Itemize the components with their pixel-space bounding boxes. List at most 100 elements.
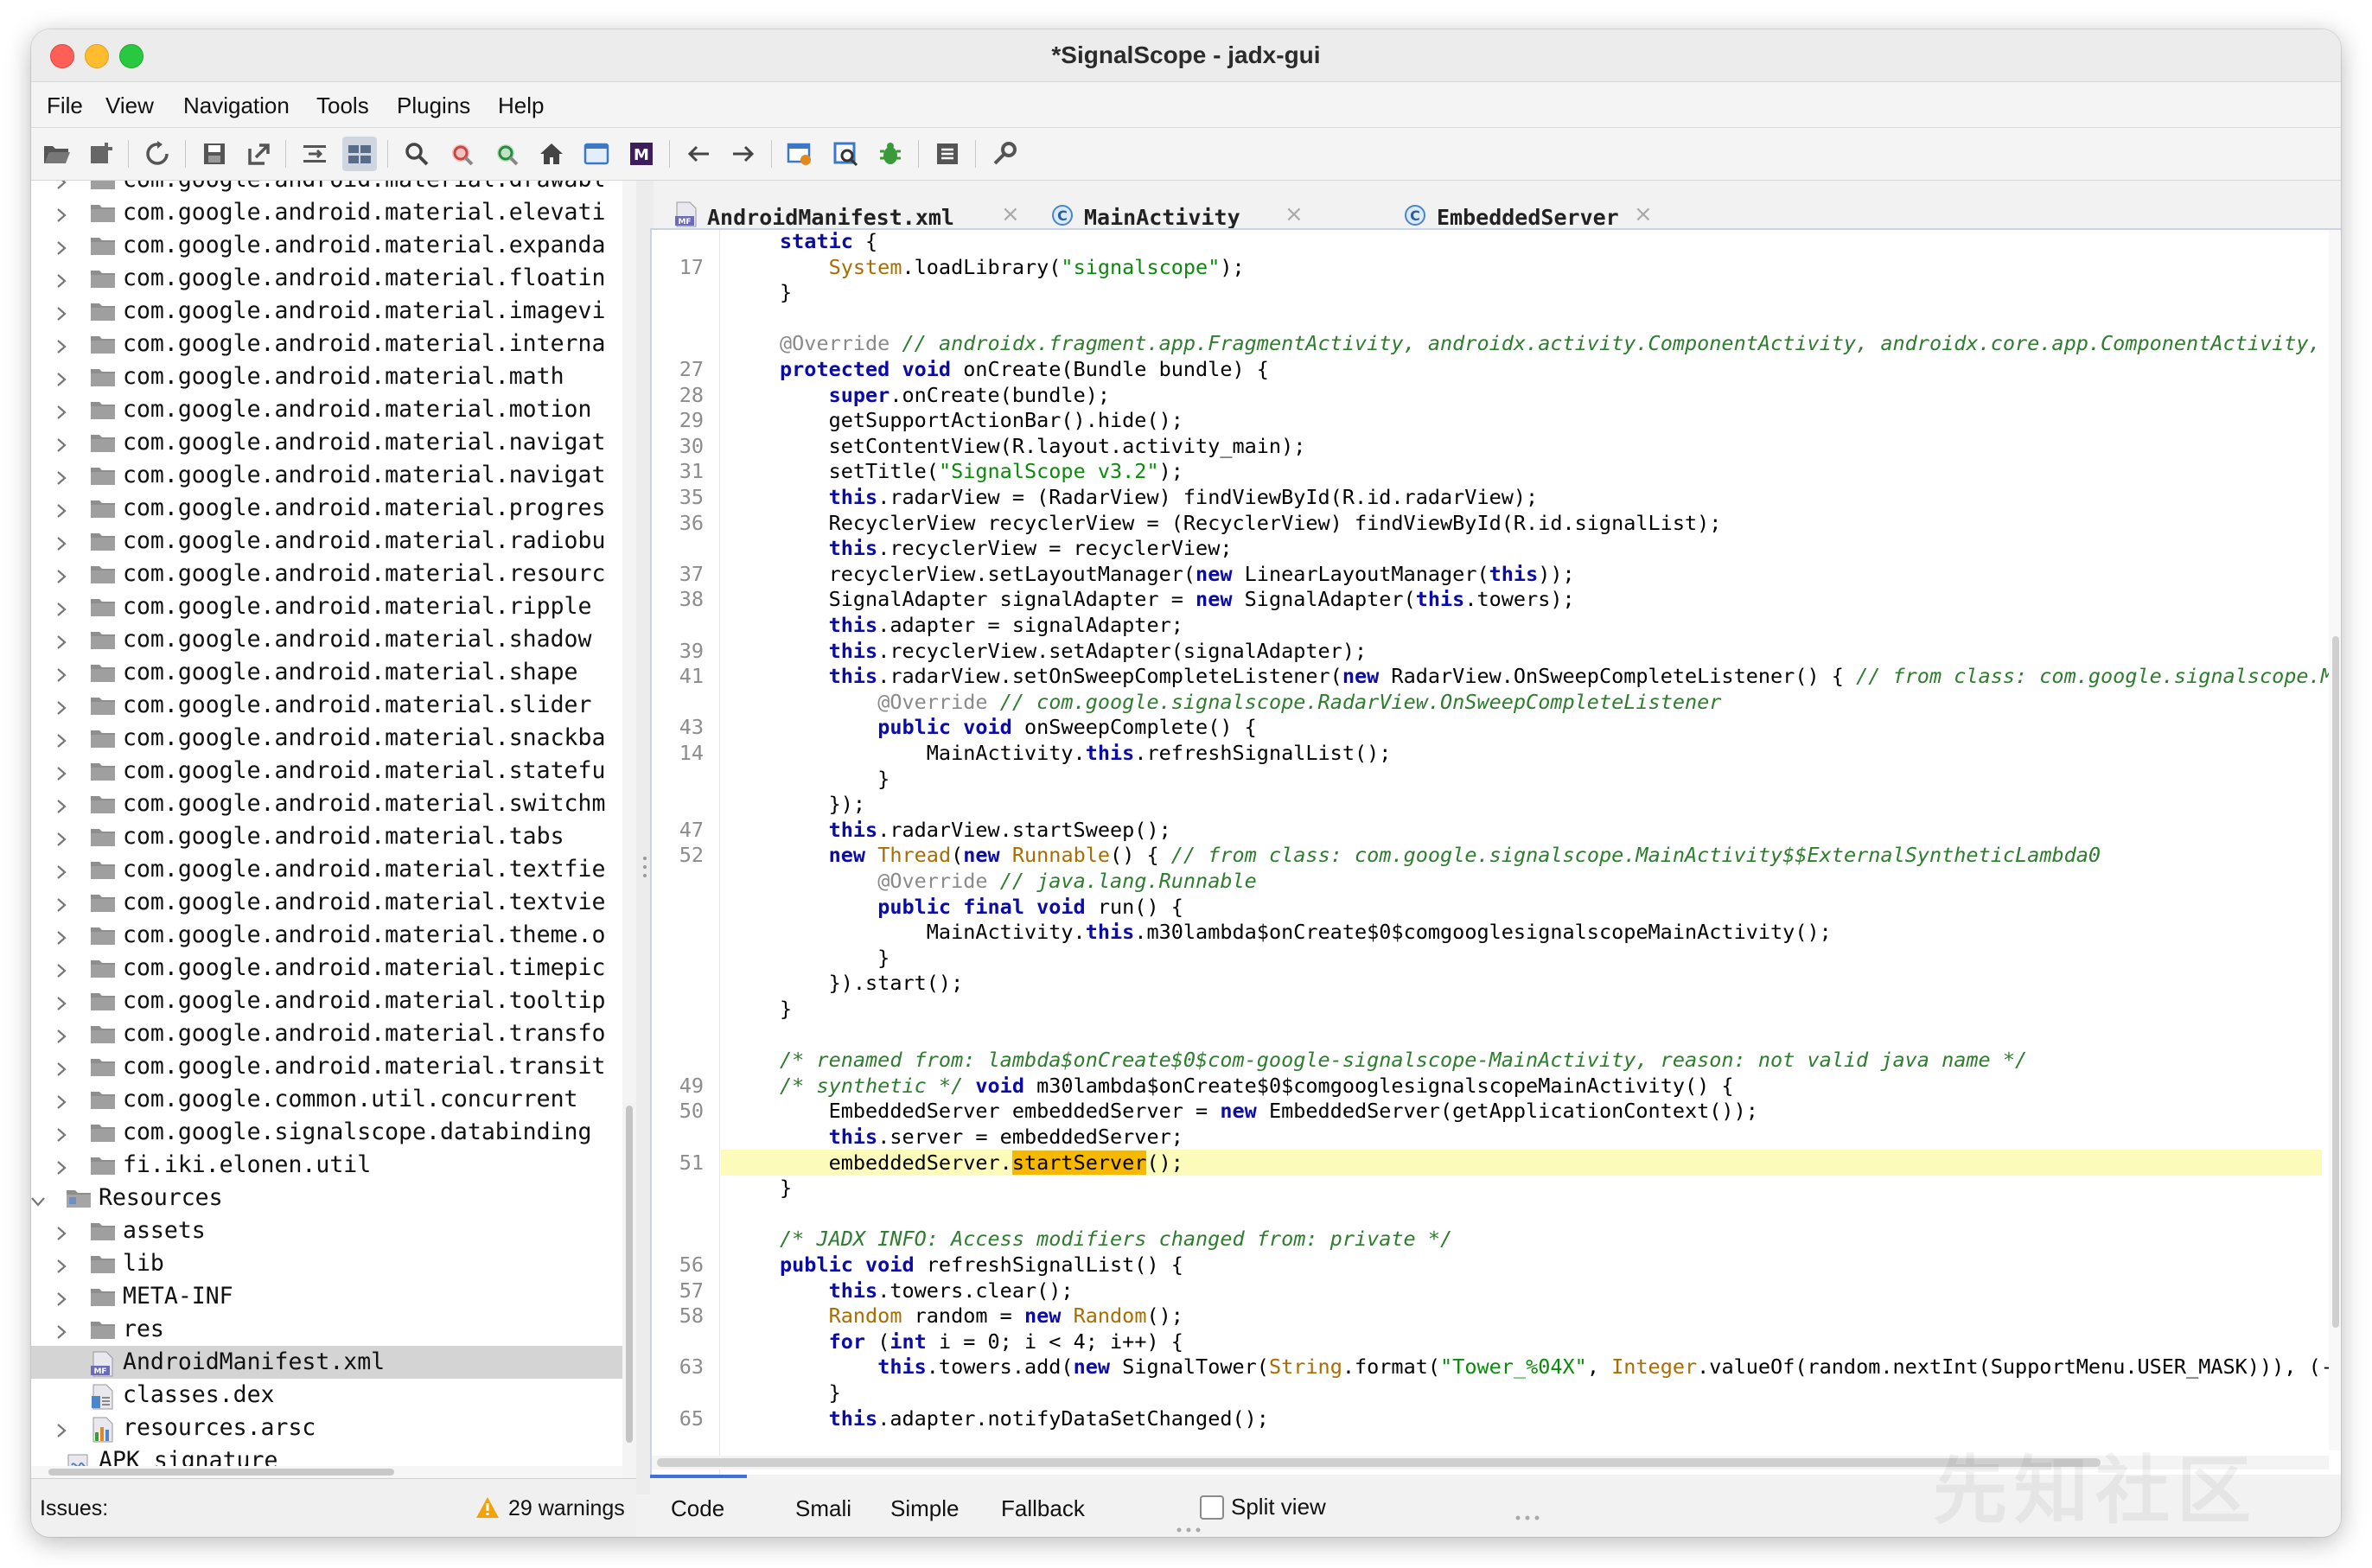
chevron-right-icon[interactable]	[54, 1418, 69, 1437]
tree-package-item[interactable]: com.google.android.material.timepic	[31, 952, 622, 985]
code-line[interactable]: protected void onCreate(Bundle bundle) {	[780, 356, 1269, 382]
code-line[interactable]: @Override // androidx.fragment.app.Fragm…	[780, 330, 2341, 356]
chevron-right-icon[interactable]	[54, 1320, 69, 1339]
bottom-grip-icon[interactable]	[1176, 1527, 1202, 1533]
code-line[interactable]: public final void run() {	[780, 894, 1183, 920]
tree-package-item[interactable]: com.google.android.material.statefu	[31, 755, 622, 787]
code-line[interactable]: /* JADX INFO: Access modifiers changed f…	[780, 1226, 1452, 1252]
tree-package-item[interactable]: com.google.android.material.snackba	[31, 722, 622, 755]
editor-horizontal-scrollbar-thumb[interactable]	[657, 1458, 2101, 1467]
code-line[interactable]: }	[780, 996, 792, 1022]
chevron-right-icon[interactable]	[54, 433, 69, 452]
code-line[interactable]: /* synthetic */ void m30lambda$onCreate$…	[780, 1073, 1734, 1099]
chevron-right-icon[interactable]	[54, 532, 69, 551]
tree-file-androidmanifest[interactable]: MF AndroidManifest.xml	[31, 1346, 622, 1379]
code-line[interactable]: setContentView(R.layout.activity_main);	[780, 433, 1306, 459]
show-code-icon[interactable]	[579, 137, 614, 171]
menu-navigation[interactable]: Navigation	[183, 92, 290, 119]
chevron-right-icon[interactable]	[54, 1090, 69, 1109]
code-line[interactable]: /* renamed from: lambda$onCreate$0$com-g…	[780, 1047, 2027, 1073]
tree-package-item[interactable]: com.google.android.material.radiobu	[31, 525, 622, 558]
tree-package-item[interactable]: com.google.android.material.theme.o	[31, 919, 622, 952]
view-tab-code[interactable]: Code	[671, 1495, 724, 1522]
preferences-icon[interactable]	[987, 137, 1022, 171]
code-line[interactable]: EmbeddedServer embeddedServer = new Embe…	[780, 1098, 1758, 1124]
tree-package-item[interactable]: com.google.android.material.transit	[31, 1050, 622, 1083]
code-editor[interactable]: 17 27 28 29 30 31 35 36 37 38 39 41 43 14 47 52 49 50 51 56…	[650, 228, 2341, 1476]
tab-close-icon[interactable]: ×	[1001, 201, 1020, 227]
menu-plugins[interactable]: Plugins	[397, 92, 470, 119]
chevron-right-icon[interactable]	[54, 400, 69, 419]
code-line[interactable]: embeddedServer.startServer();	[780, 1150, 1183, 1176]
menu-file[interactable]: File	[47, 92, 83, 119]
resize-grip-icon[interactable]	[1514, 1514, 1540, 1521]
code-line[interactable]: this.towers.clear();	[780, 1278, 1074, 1303]
tree-package-item[interactable]: com.google.common.util.concurrent	[31, 1083, 622, 1116]
deobfuscation-icon[interactable]	[783, 137, 818, 171]
code-line[interactable]: setTitle("SignalScope v3.2");	[780, 458, 1183, 484]
project-tree[interactable]: com.google.android.material.drawabl com.g…	[31, 181, 623, 1477]
forward-icon[interactable]	[726, 137, 761, 171]
code-line[interactable]: public void refreshSignalList() {	[780, 1252, 1183, 1278]
code-line[interactable]: }	[780, 279, 792, 305]
tree-horizontal-scrollbar[interactable]	[31, 1466, 622, 1478]
code-line[interactable]: static {	[780, 230, 877, 254]
chevron-right-icon[interactable]	[54, 860, 69, 879]
code-line[interactable]: @Override // java.lang.Runnable	[780, 868, 1257, 894]
chevron-right-icon[interactable]	[54, 794, 69, 813]
chevron-right-icon[interactable]	[54, 597, 69, 616]
tree-scrollbar-thumb[interactable]	[626, 1106, 633, 1443]
tree-package-item[interactable]: com.google.android.material.shape	[31, 656, 622, 689]
code-line[interactable]: this.adapter.notifyDataSetChanged();	[780, 1405, 1269, 1431]
chevron-right-icon[interactable]	[54, 1057, 69, 1076]
tree-file-classes-dex[interactable]: classes.dex	[31, 1379, 622, 1412]
tree-package-item[interactable]: com.google.android.material.transfo	[31, 1017, 622, 1050]
code-line[interactable]: }).start();	[780, 970, 964, 996]
sync-icon[interactable]	[297, 137, 332, 171]
log-icon[interactable]	[930, 137, 965, 171]
chevron-right-icon[interactable]	[54, 991, 69, 1010]
chevron-right-icon[interactable]	[54, 827, 69, 846]
tree-package-item[interactable]: com.google.android.material.ripple	[31, 590, 622, 623]
editor-scrollbar-thumb[interactable]	[2332, 636, 2339, 1328]
tree-resource-folder[interactable]: res	[31, 1313, 622, 1346]
code-line[interactable]: SignalAdapter signalAdapter = new Signal…	[780, 586, 1575, 612]
tree-package-item[interactable]: com.google.android.material.shadow	[31, 623, 622, 656]
chevron-right-icon[interactable]	[54, 1221, 69, 1240]
chevron-right-icon[interactable]	[54, 564, 69, 583]
code-line[interactable]: }	[780, 945, 890, 971]
back-icon[interactable]	[681, 137, 716, 171]
chevron-right-icon[interactable]	[54, 236, 69, 255]
chevron-right-icon[interactable]	[54, 729, 69, 748]
chevron-right-icon[interactable]	[54, 762, 69, 781]
menu-tools[interactable]: Tools	[316, 92, 369, 119]
code-line[interactable]: this.recyclerView = recyclerView;	[780, 535, 1233, 561]
tree-package-item[interactable]: com.google.android.material.textfie	[31, 853, 622, 886]
tree-package-item[interactable]: com.google.android.material.navigat	[31, 426, 622, 459]
chevron-right-icon[interactable]	[54, 203, 69, 222]
warnings-count[interactable]: 29 warnings	[508, 1496, 625, 1521]
tree-package-item[interactable]: com.google.signalscope.databinding	[31, 1116, 622, 1149]
chevron-right-icon[interactable]	[54, 630, 69, 649]
smali-icon[interactable]: M	[624, 137, 659, 171]
chevron-right-icon[interactable]	[54, 1254, 69, 1273]
open-icon[interactable]	[40, 137, 74, 171]
chevron-right-icon[interactable]	[54, 499, 69, 518]
chevron-down-icon[interactable]	[31, 1189, 45, 1207]
tree-package-item[interactable]: com.google.android.material.elevati	[31, 196, 622, 229]
code-line[interactable]: this.server = embeddedServer;	[780, 1124, 1183, 1150]
code-line[interactable]: super.onCreate(bundle);	[780, 382, 1110, 408]
chevron-right-icon[interactable]	[54, 1123, 69, 1142]
view-tab-fallback[interactable]: Fallback	[1001, 1495, 1085, 1522]
tree-package-item[interactable]: fi.iki.elonen.util	[31, 1149, 622, 1182]
code-line[interactable]: @Override // com.google.signalscope.Rada…	[780, 689, 1721, 715]
tree-horizontal-scrollbar-thumb[interactable]	[48, 1469, 394, 1476]
tree-package-item[interactable]: com.google.android.material.switchm	[31, 787, 622, 820]
tree-scrollbar[interactable]	[622, 181, 636, 1477]
chevron-right-icon[interactable]	[54, 959, 69, 978]
chevron-right-icon[interactable]	[54, 696, 69, 715]
code-line[interactable]: }	[780, 1175, 792, 1201]
tree-package-item[interactable]: com.google.android.material.imagevi	[31, 295, 622, 328]
code-line[interactable]: this.recyclerView.setAdapter(signalAdapt…	[780, 638, 1368, 664]
code-line[interactable]: MainActivity.this.m30lambda$onCreate$0$c…	[780, 919, 1832, 945]
